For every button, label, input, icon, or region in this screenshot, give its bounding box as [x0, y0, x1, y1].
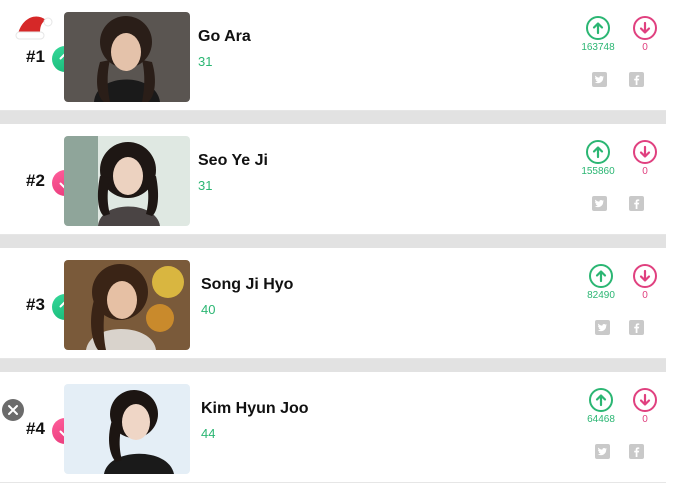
ranking-card: #4 Kim Hyun Joo 44 64468 0 [0, 372, 666, 483]
ranking-list: #1 Go Ara 31 163748 0 #2 Seo Ye Ji 31 15… [0, 0, 666, 483]
downvote-button[interactable]: 0 [623, 140, 667, 177]
celebrity-name[interactable]: Go Ara [198, 28, 251, 46]
ranking-card: #3 Song Ji Hyo 40 82490 0 [0, 248, 666, 359]
downvote-button[interactable]: 0 [623, 16, 667, 53]
upvote-count: 64468 [587, 414, 615, 425]
circle-arrow-up-icon [586, 16, 610, 40]
upvote-button[interactable]: 163748 [576, 16, 620, 53]
upvote-count: 82490 [587, 290, 615, 301]
close-icon[interactable] [2, 399, 24, 421]
circle-arrow-down-icon [633, 140, 657, 164]
celebrity-name[interactable]: Seo Ye Ji [198, 152, 268, 170]
upvote-button[interactable]: 82490 [579, 264, 623, 301]
profile-photo[interactable] [64, 136, 190, 226]
rank-number: #4 [26, 419, 45, 438]
twitter-icon[interactable] [595, 320, 610, 335]
upvote-count: 163748 [581, 42, 615, 53]
circle-arrow-up-icon [586, 140, 610, 164]
facebook-icon[interactable] [629, 320, 644, 335]
facebook-icon[interactable] [629, 72, 644, 87]
row-separator [0, 111, 666, 124]
circle-arrow-down-icon [633, 264, 657, 288]
row-separator [0, 235, 666, 248]
ranking-card: #2 Seo Ye Ji 31 155860 0 [0, 124, 666, 235]
rank-number: #1 [26, 47, 45, 66]
ranking-card: #1 Go Ara 31 163748 0 [0, 0, 666, 111]
celebrity-age: 40 [201, 302, 216, 317]
downvote-count: 0 [642, 414, 648, 425]
circle-arrow-down-icon [633, 388, 657, 412]
twitter-icon[interactable] [592, 72, 607, 87]
upvote-button[interactable]: 64468 [579, 388, 623, 425]
celebrity-age: 31 [198, 178, 213, 193]
celebrity-name[interactable]: Kim Hyun Joo [201, 400, 309, 418]
rank-number: #3 [26, 295, 45, 314]
profile-photo[interactable] [64, 260, 190, 350]
upvote-button[interactable]: 155860 [576, 140, 620, 177]
celebrity-age: 44 [201, 426, 216, 441]
downvote-count: 0 [642, 42, 648, 53]
downvote-count: 0 [642, 166, 648, 177]
profile-photo[interactable] [64, 384, 190, 474]
facebook-icon[interactable] [629, 196, 644, 211]
twitter-icon[interactable] [595, 444, 610, 459]
downvote-button[interactable]: 0 [623, 388, 667, 425]
profile-photo[interactable] [64, 12, 190, 102]
circle-arrow-down-icon [633, 16, 657, 40]
facebook-icon[interactable] [629, 444, 644, 459]
rank-number: #2 [26, 171, 45, 190]
celebrity-age: 31 [198, 54, 213, 69]
row-separator [0, 359, 666, 372]
downvote-button[interactable]: 0 [623, 264, 667, 301]
downvote-count: 0 [642, 290, 648, 301]
celebrity-name[interactable]: Song Ji Hyo [201, 276, 293, 294]
circle-arrow-up-icon [589, 388, 613, 412]
circle-arrow-up-icon [589, 264, 613, 288]
twitter-icon[interactable] [592, 196, 607, 211]
santa-hat-icon [15, 16, 53, 40]
upvote-count: 155860 [581, 166, 615, 177]
